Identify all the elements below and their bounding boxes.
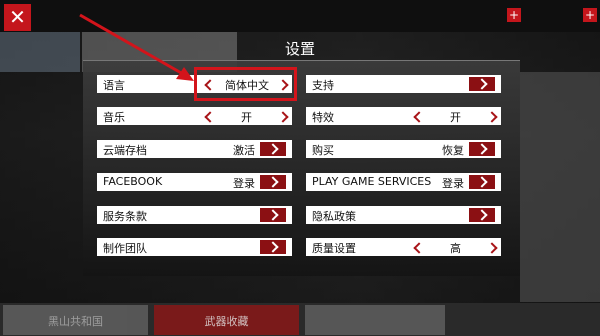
annotation-arrow	[79, 13, 194, 81]
